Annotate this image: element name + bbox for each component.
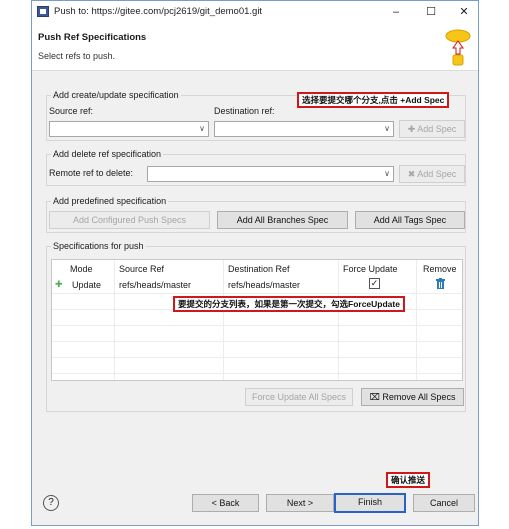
page-title: Push Ref Specifications xyxy=(38,32,147,43)
back-button[interactable]: < Back xyxy=(192,494,259,512)
force-update-all-button[interactable]: Force Update All Specs xyxy=(245,388,353,406)
add-all-tags-button[interactable]: Add All Tags Spec xyxy=(355,211,465,229)
trash-icon[interactable] xyxy=(436,278,445,289)
destination-ref-combo[interactable]: ∨ xyxy=(214,121,394,137)
add-icon: ✚ xyxy=(407,124,418,134)
title-bar: Push to: https://gitee.com/pcj2619/git_d… xyxy=(32,1,478,23)
add-spec-button[interactable]: ✚ Add Spec xyxy=(399,120,465,138)
remote-ref-combo[interactable]: ∨ xyxy=(147,166,394,182)
chevron-down-icon: ∨ xyxy=(384,124,390,133)
annotation-select-branch: 选择要提交哪个分支,点击 +Add Spec xyxy=(297,92,450,108)
specifications-legend: Specifications for push xyxy=(51,241,146,251)
chevron-down-icon: ∨ xyxy=(384,169,390,178)
minimize-button[interactable]: – xyxy=(382,3,410,21)
destination-ref-label: Destination ref: xyxy=(214,106,275,116)
source-ref-combo[interactable]: ∨ xyxy=(49,121,209,137)
push-banner-icon xyxy=(445,29,471,66)
delete-spec-icon: ✖ xyxy=(407,169,418,179)
column-header-force-update: Force Update xyxy=(343,264,398,274)
annotation-confirm-push: 确认推送 xyxy=(386,472,431,488)
source-ref-label: Source ref: xyxy=(49,106,94,116)
create-update-legend: Add create/update specification xyxy=(51,90,181,100)
column-header-remove: Remove xyxy=(423,264,457,274)
row-mode: Update xyxy=(72,280,102,290)
cancel-button[interactable]: Cancel xyxy=(413,494,475,512)
window-title: Push to: https://gitee.com/pcj2619/git_d… xyxy=(54,6,263,17)
push-dialog: Push to: https://gitee.com/pcj2619/git_d… xyxy=(31,0,479,526)
maximize-button[interactable]: ☐ xyxy=(417,3,445,21)
delete-ref-group: Add delete ref specification Remote ref … xyxy=(46,149,466,186)
column-header-mode: Mode xyxy=(70,264,93,274)
finish-button[interactable]: Finish xyxy=(334,493,406,513)
add-configured-specs-button[interactable]: Add Configured Push Specs xyxy=(49,211,210,229)
delete-ref-legend: Add delete ref specification xyxy=(51,149,164,159)
chevron-down-icon: ∨ xyxy=(199,124,205,133)
predefined-group: Add predefined specification Add Configu… xyxy=(46,196,466,233)
remote-ref-label: Remote ref to delete: xyxy=(49,168,134,178)
row-source-ref: refs/heads/master xyxy=(119,280,192,290)
specifications-group: Specifications for push Mode Source Ref … xyxy=(46,241,466,412)
wizard-header: Push Ref Specifications Select refs to p… xyxy=(32,23,478,71)
close-button[interactable]: ✕ xyxy=(450,3,478,21)
page-description: Select refs to push. xyxy=(38,51,116,61)
remove-all-specs-button[interactable]: ⌧ Remove All Specs xyxy=(361,388,464,406)
add-icon: ✚ xyxy=(55,279,63,289)
column-header-source: Source Ref xyxy=(119,264,165,274)
app-icon xyxy=(37,6,49,17)
add-delete-spec-button[interactable]: ✖ Add Spec xyxy=(399,165,465,183)
add-all-branches-button[interactable]: Add All Branches Spec xyxy=(217,211,348,229)
annotation-branch-list: 要提交的分支列表，如果是第一次提交，勾选ForceUpdate xyxy=(173,296,405,312)
remove-all-icon: ⌧ xyxy=(369,392,383,402)
next-button[interactable]: Next > xyxy=(266,494,334,512)
column-header-destination: Destination Ref xyxy=(228,264,290,274)
help-button[interactable]: ? xyxy=(43,495,59,511)
row-destination-ref: refs/heads/master xyxy=(228,280,301,290)
specs-table[interactable]: Mode Source Ref Destination Ref Force Up… xyxy=(51,259,463,381)
predefined-legend: Add predefined specification xyxy=(51,196,169,206)
force-update-checkbox[interactable]: ✓ xyxy=(369,278,380,289)
